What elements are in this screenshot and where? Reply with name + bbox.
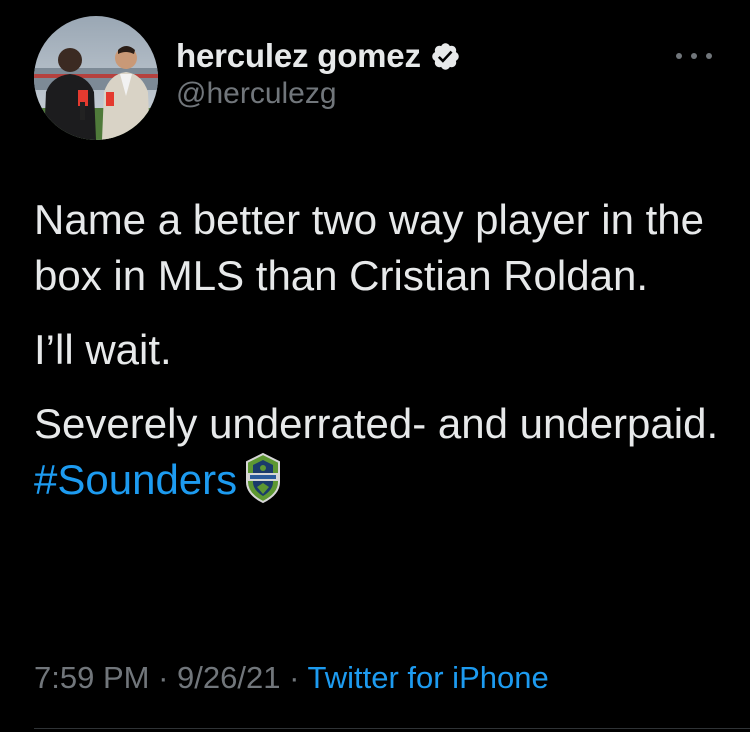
tweet-paragraph: Name a better two way player in the box … xyxy=(34,196,704,299)
meta-separator: · xyxy=(289,660,300,695)
dot xyxy=(676,53,682,59)
divider xyxy=(34,728,750,729)
verified-badge-icon xyxy=(430,41,461,72)
dot xyxy=(691,53,697,59)
handle[interactable]: @herculezg xyxy=(176,76,461,112)
tweet-paragraph-last: Severely underrated- and underpaid. #Sou… xyxy=(34,396,734,508)
hashtag-link[interactable]: #Sounders xyxy=(34,456,237,503)
tweet-meta: 7:59 PM · 9/26/21 · Twitter for iPhone xyxy=(34,656,549,700)
dot xyxy=(706,53,712,59)
avatar-photo-icon xyxy=(34,16,158,140)
tweet-paragraph: I’ll wait. xyxy=(34,326,172,373)
author-block: herculez gomez @herculezg xyxy=(176,36,461,112)
meta-separator: · xyxy=(158,660,169,695)
more-options-icon[interactable] xyxy=(676,46,712,66)
tweet-source-link[interactable]: Twitter for iPhone xyxy=(307,660,548,695)
name-row: herculez gomez xyxy=(176,36,461,76)
tweet-text: Name a better two way player in the box … xyxy=(34,192,734,526)
avatar[interactable] xyxy=(34,16,158,140)
tweet: herculez gomez @herculezg Name a better … xyxy=(0,0,750,732)
tweet-paragraph-text: Severely underrated- and underpaid. xyxy=(34,400,719,447)
tweet-time[interactable]: 7:59 PM xyxy=(34,660,149,695)
sounders-crest-icon xyxy=(245,452,281,504)
tweet-date[interactable]: 9/26/21 xyxy=(177,660,280,695)
display-name[interactable]: herculez gomez xyxy=(176,36,421,76)
